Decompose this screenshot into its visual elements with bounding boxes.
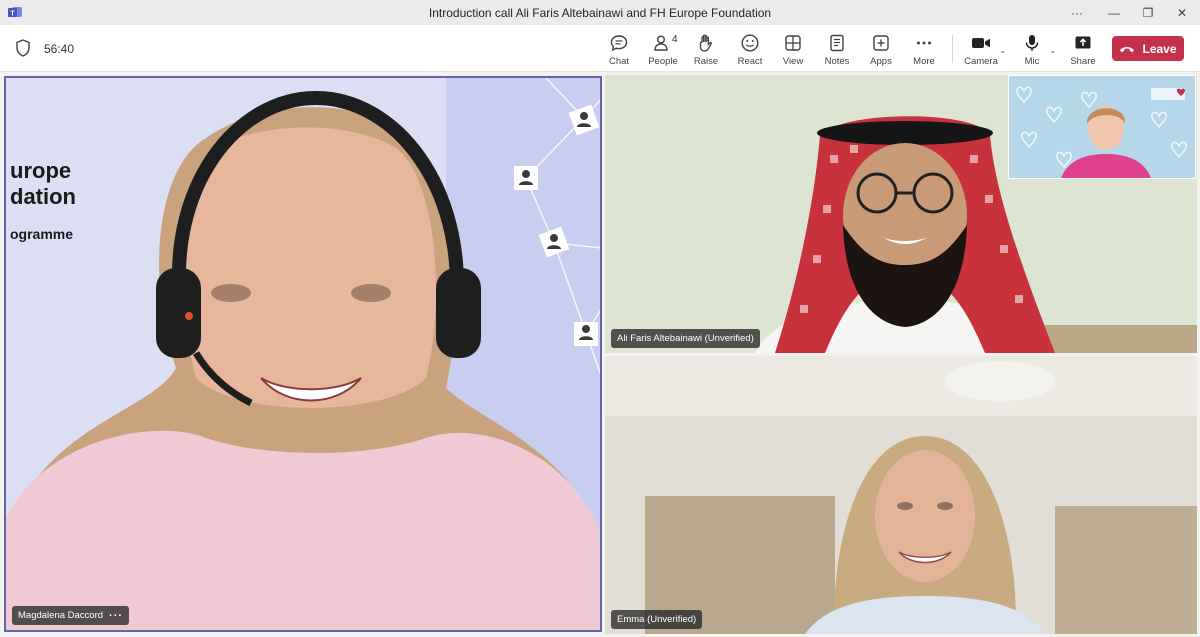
participant-options-button[interactable]: ···	[109, 610, 123, 622]
background-text-line-1: urope	[10, 158, 72, 183]
view-label: View	[782, 56, 804, 67]
virtual-background-network-graphic	[6, 78, 600, 630]
people-count-badge: 4	[672, 34, 678, 45]
share-screen-icon	[1075, 36, 1091, 49]
mic-button[interactable]: Mic	[1021, 29, 1043, 69]
react-label: React	[737, 56, 763, 67]
background-text-line-3: ogramme	[10, 226, 74, 242]
participant-name-tag: Emma (Unverified)	[611, 610, 703, 629]
apps-button[interactable]: Apps	[868, 29, 894, 69]
shield-icon[interactable]	[15, 39, 31, 57]
close-button[interactable]: ✕	[1165, 0, 1199, 25]
mic-label: Mic	[1024, 56, 1040, 67]
camera-icon	[972, 38, 990, 48]
participant-video-emma	[605, 356, 1197, 634]
video-tile-magdalena[interactable]: urope dation ogramme Magdalena Daccord ·…	[4, 76, 602, 632]
share-button[interactable]: Share	[1070, 29, 1096, 69]
notes-label: Notes	[824, 56, 850, 67]
view-button[interactable]: View	[780, 29, 806, 69]
camera-label: Camera	[964, 56, 998, 67]
meeting-timer: 56:40	[44, 42, 75, 56]
background-text-line-2: dation	[10, 184, 76, 209]
camera-options-chevron-icon[interactable]: ⌄	[999, 45, 1007, 56]
microphone-icon	[1025, 35, 1039, 51]
participant-name-tag: Ali Faris Altebainawi (Unverified)	[611, 329, 760, 348]
raise-label: Raise	[693, 56, 719, 67]
hang-up-icon	[1120, 46, 1135, 52]
participant-name: Ali Faris Altebainawi (Unverified)	[617, 333, 754, 344]
chat-label: Chat	[608, 56, 630, 67]
react-button[interactable]: React	[737, 29, 763, 69]
window-title: Introduction call Ali Faris Altebainawi …	[428, 6, 772, 20]
more-label: More	[913, 56, 935, 67]
raise-hand-button[interactable]: Raise	[693, 29, 719, 69]
self-view-tile[interactable]	[1008, 75, 1196, 179]
people-icon	[654, 35, 668, 51]
self-view-video	[1009, 76, 1195, 178]
emoji-icon	[741, 34, 759, 52]
notes-button[interactable]: Notes	[824, 29, 850, 69]
apps-label: Apps	[870, 56, 892, 67]
share-label: Share	[1070, 56, 1096, 67]
minimize-button[interactable]: —	[1097, 0, 1131, 25]
participant-name: Emma (Unverified)	[617, 614, 697, 625]
more-dots-icon	[917, 41, 931, 45]
add-app-icon	[873, 35, 889, 51]
camera-button[interactable]: Camera	[964, 29, 998, 69]
restore-button[interactable]: ❐	[1131, 0, 1165, 25]
video-tile-emma[interactable]: Emma (Unverified)	[605, 356, 1197, 634]
chat-icon	[610, 35, 628, 52]
participant-name: Magdalena Daccord	[18, 610, 104, 621]
notes-icon	[830, 34, 844, 52]
meeting-toolbar: 56:40 Chat 4 People Raise React View Not…	[0, 25, 1200, 72]
leave-button[interactable]: Leave	[1112, 36, 1184, 61]
leave-label: Leave	[1142, 41, 1177, 56]
people-button[interactable]: 4 People	[648, 29, 678, 69]
participant-name-tag: Magdalena Daccord ···	[12, 606, 130, 625]
hand-icon	[699, 34, 713, 52]
toolbar-divider	[952, 35, 953, 63]
title-bar: T Introduction call Ali Faris Altebainaw…	[0, 0, 1200, 25]
more-button[interactable]: More	[911, 29, 937, 69]
grid-view-icon	[785, 35, 801, 51]
window-more-button[interactable]: ···	[1060, 0, 1094, 25]
people-label: People	[648, 56, 678, 67]
mic-options-chevron-icon[interactable]: ⌄	[1049, 45, 1057, 56]
chat-button[interactable]: Chat	[606, 29, 632, 69]
